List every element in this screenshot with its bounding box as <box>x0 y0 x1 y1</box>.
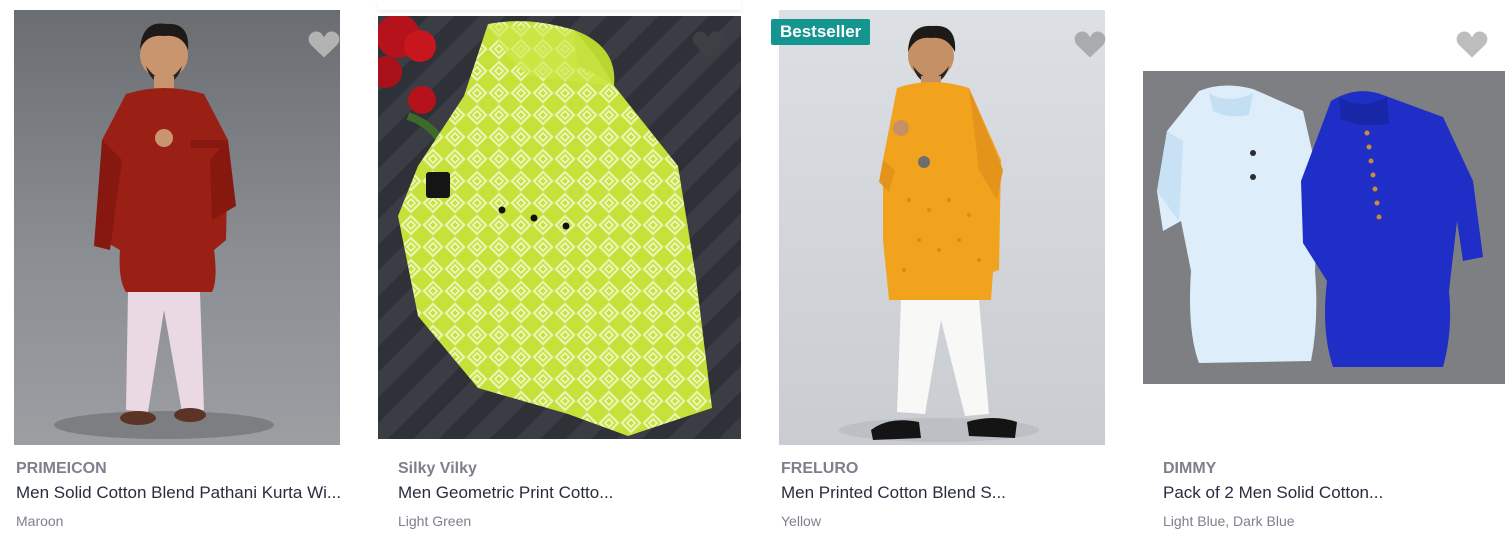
product-color: Yellow <box>781 513 821 529</box>
product-title[interactable]: Men Geometric Print Cotto... <box>398 480 728 506</box>
product-title[interactable]: Men Solid Cotton Blend Pathani Kurta Wi.… <box>16 480 346 506</box>
product-image[interactable] <box>14 10 340 445</box>
wishlist-heart-icon[interactable] <box>690 26 726 62</box>
product-brand[interactable]: Silky Vilky <box>398 458 752 480</box>
product-color: Light Green <box>398 513 472 529</box>
product-color: Light Blue, Dark Blue <box>1163 513 1295 529</box>
product-color: Maroon <box>16 513 64 529</box>
bestseller-badge: Bestseller <box>771 19 871 45</box>
product-title[interactable]: Men Printed Cotton Blend S... <box>781 480 1111 506</box>
wishlist-heart-icon[interactable] <box>1072 26 1108 62</box>
product-card[interactable]: Silky Vilky Men Geometric Print Cotto...… <box>362 0 762 537</box>
product-brand[interactable]: DIMMY <box>1163 458 1502 480</box>
product-card[interactable]: DIMMY Pack of 2 Men Solid Cotton... Ligh… <box>1143 0 1512 537</box>
product-card[interactable]: PRIMEICON Men Solid Cotton Blend Pathani… <box>0 0 362 537</box>
wishlist-heart-icon[interactable] <box>1454 26 1490 62</box>
product-image[interactable] <box>1143 71 1505 384</box>
product-image[interactable] <box>779 10 1105 445</box>
wishlist-heart-icon[interactable] <box>306 26 342 62</box>
product-brand[interactable]: FRELURO <box>781 458 1134 480</box>
card-top-strip <box>378 0 741 10</box>
product-card[interactable]: Bestseller FRELURO Men Printed Cotton Bl… <box>762 0 1144 537</box>
product-brand[interactable]: PRIMEICON <box>16 458 352 480</box>
product-title[interactable]: Pack of 2 Men Solid Cotton... <box>1163 480 1493 506</box>
product-image[interactable] <box>378 16 741 439</box>
